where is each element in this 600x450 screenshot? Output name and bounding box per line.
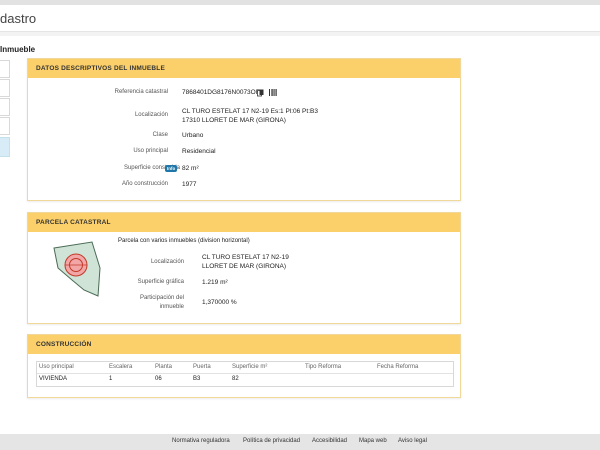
localizacion-line2: 17310 LLORET DE MAR (GIRONA) bbox=[182, 117, 286, 124]
parcel-map-thumbnail[interactable] bbox=[52, 240, 102, 300]
clase-label: Clase bbox=[152, 132, 168, 138]
cell-uso-principal: VIVIENDA bbox=[39, 376, 68, 382]
superficie-grafica-label: Superficie gráfica bbox=[137, 279, 184, 285]
side-tab-active[interactable] bbox=[0, 137, 10, 157]
site-title[interactable]: dastro bbox=[0, 11, 36, 26]
footer-link-normativa[interactable]: Normativa reguladora bbox=[172, 438, 230, 444]
datos-panel-title: DATOS DESCRIPTIVOS DEL INMUEBLE bbox=[28, 59, 460, 78]
superficie-grafica-value: 1.219 m² bbox=[202, 279, 228, 286]
participacion-label-line2: inmueble bbox=[159, 304, 184, 310]
referencia-label: Referencia catastral bbox=[114, 89, 168, 95]
col-escalera: Escalera bbox=[109, 364, 133, 370]
cell-planta: 06 bbox=[155, 376, 162, 382]
site-footer: Normativa reguladora Política de privaci… bbox=[0, 434, 600, 450]
uso-principal-value: Residencial bbox=[182, 148, 216, 155]
localizacion-label: Localización bbox=[134, 112, 168, 118]
col-superficie: Superficie m² bbox=[232, 364, 268, 370]
parcela-panel-title: PARCELA CATASTRAL bbox=[28, 213, 460, 232]
referencia-value: 7868401DG8176N0073OF bbox=[182, 89, 260, 96]
datos-descriptivos-panel: DATOS DESCRIPTIVOS DEL INMUEBLE Referenc… bbox=[27, 58, 461, 201]
page-heading: Inmueble bbox=[0, 45, 36, 54]
construccion-panel: CONSTRUCCIÓN Uso principal Escalera Plan… bbox=[27, 334, 461, 398]
barcode-icon[interactable] bbox=[269, 89, 277, 98]
clase-value: Urbano bbox=[182, 132, 204, 139]
footer-link-aviso-legal[interactable]: Aviso legal bbox=[398, 438, 427, 444]
side-tab-3[interactable] bbox=[0, 98, 10, 116]
participacion-label-line1: Participación del bbox=[139, 295, 184, 301]
col-tipo-reforma: Tipo Reforma bbox=[305, 364, 342, 370]
side-tab-4[interactable] bbox=[0, 117, 10, 135]
table-row: VIVIENDA 1 06 B3 82 bbox=[37, 374, 453, 386]
site-header: dastro bbox=[0, 5, 600, 32]
side-tab-1[interactable] bbox=[0, 60, 10, 78]
col-puerta: Puerta bbox=[193, 364, 211, 370]
participacion-value: 1,370000 % bbox=[202, 299, 237, 306]
ano-construccion-value: 1977 bbox=[182, 181, 197, 188]
parcela-localizacion-label: Localización bbox=[150, 259, 184, 265]
construccion-panel-title: CONSTRUCCIÓN bbox=[28, 335, 460, 354]
localizacion-line1: CL TURO ESTELAT 17 N2-19 Es:1 Pl:06 Pt:B… bbox=[182, 108, 318, 115]
col-planta: Planta bbox=[155, 364, 173, 370]
ano-construccion-label: Año construcción bbox=[121, 181, 168, 187]
parcela-localizacion-line1: CL TURO ESTELAT 17 N2-19 bbox=[202, 254, 289, 261]
parcela-localizacion-line2: LLORET DE MAR (GIRONA) bbox=[202, 263, 287, 270]
col-fecha-reforma: Fecha Reforma bbox=[377, 364, 419, 370]
parcela-catastral-panel: PARCELA CATASTRAL Parcela con varios inm… bbox=[27, 212, 461, 324]
cell-superficie: 82 bbox=[232, 376, 239, 382]
footer-link-privacidad[interactable]: Política de privacidad bbox=[243, 438, 300, 444]
copy-icon[interactable] bbox=[257, 89, 264, 99]
uso-principal-label: Uso principal bbox=[133, 148, 168, 154]
cell-puerta: B3 bbox=[193, 376, 201, 382]
superficie-construida-value: 82 m² bbox=[182, 165, 199, 172]
col-uso-principal: Uso principal bbox=[39, 364, 74, 370]
info-badge[interactable]: Info bbox=[165, 165, 178, 172]
footer-link-accesibilidad[interactable]: Accesibilidad bbox=[312, 438, 347, 444]
cell-escalera: 1 bbox=[109, 376, 113, 382]
construccion-table: Uso principal Escalera Planta Puerta Sup… bbox=[36, 361, 454, 387]
side-tab-2[interactable] bbox=[0, 79, 10, 97]
parcela-description: Parcela con varios inmuebles (division h… bbox=[118, 238, 250, 244]
footer-link-mapa-web[interactable]: Mapa web bbox=[359, 438, 387, 444]
table-header-row: Uso principal Escalera Planta Puerta Sup… bbox=[37, 362, 453, 374]
